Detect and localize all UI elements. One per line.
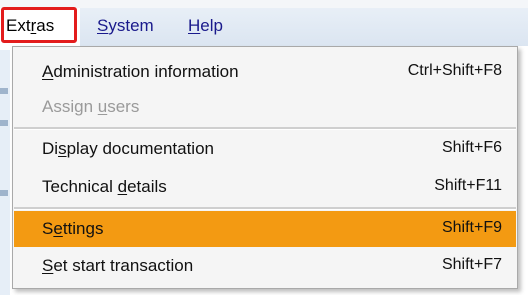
menu-item-assign-users: Assign users (14, 89, 516, 125)
label-accel: s (58, 139, 67, 158)
menu-system-accel: S (97, 16, 109, 35)
menu-item-label: Assign users (42, 97, 139, 117)
label-pre: Di (42, 139, 59, 158)
menu-item-label: Set start transaction (42, 256, 193, 276)
background-edge-mark (0, 120, 8, 126)
menu-item-label: Administration information (42, 62, 239, 82)
background-edge-mark (0, 190, 8, 196)
menu-item-shortcut: Shift+F9 (441, 219, 502, 236)
label-pre: Technical (42, 177, 118, 196)
label-pre: S (42, 219, 54, 238)
menu-item-shortcut: Shift+F6 (441, 139, 502, 156)
menu-item-technical-details[interactable]: Technical details Shift+F11 (14, 169, 516, 205)
menu-bar-top-edge (0, 0, 528, 8)
label-accel: A (42, 62, 54, 81)
menu-item-shortcut: Shift+F7 (441, 256, 502, 273)
menu-item-display-documentation[interactable]: Display documentation Shift+F6 (14, 131, 516, 167)
menu-item-administration-information[interactable]: Administration information Ctrl+Shift+F8 (14, 54, 516, 90)
menu-item-label: Display documentation (42, 139, 214, 159)
menu-system-post: ystem (108, 16, 154, 35)
label-post: etails (127, 177, 167, 196)
menu-help-post: elp (200, 16, 223, 35)
label-post: sers (107, 97, 140, 116)
menu-help[interactable]: Help (188, 16, 223, 36)
background-window-edge (0, 50, 10, 295)
menu-item-label: Technical details (42, 177, 167, 197)
menu-item-set-start-transaction[interactable]: Set start transaction Shift+F7 (14, 248, 516, 284)
annotation-highlight-box (1, 7, 77, 43)
menu-item-shortcut: Ctrl+Shift+F8 (407, 62, 502, 79)
menu-bar: Extras System Help (0, 0, 528, 50)
menu-system[interactable]: System (97, 16, 154, 36)
menu-item-shortcut: Shift+F11 (434, 177, 502, 194)
label-post: ttings (62, 219, 104, 238)
label-pre: Assign (42, 97, 98, 116)
extras-dropdown-menu: Administration information Ctrl+Shift+F8… (12, 46, 518, 289)
label-accel: d (117, 177, 128, 196)
label-post: dministration information (53, 62, 239, 81)
label-accel: u (97, 97, 108, 116)
background-edge-mark (0, 88, 8, 94)
label-accel: e (53, 219, 63, 238)
label-accel: S (42, 256, 54, 275)
sap-gui-window: Extras System Help Administration inform… (0, 0, 528, 295)
menu-separator (14, 127, 516, 130)
menu-item-settings[interactable]: Settings Shift+F9 (14, 211, 516, 247)
menu-separator (14, 207, 516, 210)
label-post: et start transaction (53, 256, 194, 275)
menu-item-label: Settings (42, 219, 103, 239)
label-post: play documentation (66, 139, 214, 158)
menu-help-accel: H (188, 16, 201, 35)
